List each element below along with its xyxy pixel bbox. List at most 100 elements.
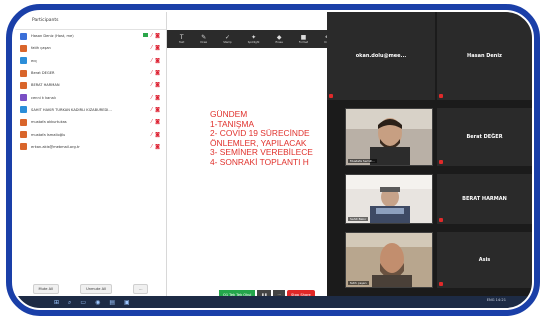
video-tile[interactable]: Hasan Deniz — [437, 12, 532, 100]
participant-row[interactable]: SAHIT HAKIR TURKAN KADIRLI KIZABUREDI...… — [14, 104, 166, 116]
participant-row[interactable]: cenni k kanalı ⁄ ◙ — [14, 91, 166, 103]
participant-avatar — [20, 143, 27, 151]
participant-status: ⁄ ◙ — [138, 107, 166, 113]
annotation-tool-4[interactable]: ◆ Erase — [276, 34, 283, 44]
participant-status: ⁄ ◙ — [138, 33, 166, 39]
participant-avatar — [20, 69, 27, 77]
participant-row[interactable]: BERAT HARMAN ⁄ ◙ — [14, 79, 166, 91]
more-options-button[interactable]: ... — [133, 284, 149, 294]
muted-mic-icon[interactable]: ⁄ — [151, 82, 152, 88]
task-view-icon[interactable]: ▭ — [80, 299, 86, 306]
participant-name: Berat DEĞER — [31, 71, 55, 76]
video-tile[interactable]: Asis — [437, 232, 532, 288]
participant-avatar — [20, 94, 27, 102]
participant-row[interactable]: Hasan Deniz (Host, me) ⁄ ◙ — [14, 30, 166, 42]
participants-panel: Participants Hasan Deniz (Host, me) ⁄ ◙ fat… — [14, 12, 167, 308]
participant-label: Sahit Bakır — [348, 217, 369, 221]
tool-icon: ✦ — [251, 34, 257, 41]
participant-name: Hasan Deniz (Host, me) — [31, 34, 74, 39]
participant-name: SAHIT HAKIR TURKAN KADIRLI KIZABUREDI... — [31, 107, 112, 112]
annotation-tool-0[interactable]: T Text — [179, 34, 184, 44]
participants-header: Participants — [14, 12, 166, 30]
participant-status: ⁄ ◙ — [138, 82, 166, 88]
muted-mic-icon[interactable]: ⁄ — [151, 70, 152, 76]
participant-name: mustafa İsmailoğlu — [31, 132, 66, 137]
participant-name: Hasan Deniz — [467, 53, 502, 59]
participant-status: ⁄ ◙ — [138, 132, 166, 138]
participant-name: fatih çaşan — [31, 46, 51, 51]
participants-footer: Mute All Unmute All ... — [14, 284, 167, 294]
tool-label: Format — [298, 41, 309, 44]
muted-mic-icon[interactable]: ⁄ — [151, 58, 152, 64]
video-tile[interactable]: BERAT HARMAN — [437, 174, 532, 224]
camera-off-icon[interactable]: ◙ — [155, 45, 160, 51]
participant-avatar — [20, 118, 27, 126]
whiteboard-canvas[interactable]: TText✎Draw✓Stamp✦Spotlight◆Erase■Format↶… — [167, 12, 343, 308]
unmute-all-button[interactable]: Unmute All — [80, 284, 113, 294]
camera-off-icon[interactable]: ◙ — [155, 82, 160, 88]
muted-mic-icon[interactable]: ⁄ — [151, 107, 152, 113]
system-tray: ENG 14:21 — [486, 298, 506, 302]
participant-row[interactable]: fatih çaşan ⁄ ◙ — [14, 42, 166, 54]
muted-mic-icon — [439, 282, 443, 286]
participant-row[interactable]: mustafa İsmailoğlu ⁄ ◙ — [14, 128, 166, 140]
participant-row[interactable]: ecç ⁄ ◙ — [14, 55, 166, 67]
video-tile[interactable]: fatih çaşan — [345, 232, 433, 288]
tool-label: Stamp — [223, 41, 232, 44]
participant-avatar — [20, 81, 27, 89]
muted-mic-icon[interactable]: ⁄ — [151, 95, 152, 101]
camera-off-icon[interactable]: ◙ — [155, 95, 160, 101]
muted-mic-icon — [329, 94, 333, 98]
participant-row[interactable]: mustafa akkurtukas ⁄ ◙ — [14, 116, 166, 128]
participant-label: fatih çaşan — [348, 281, 369, 285]
participant-name: BERAT HARMAN — [462, 196, 507, 202]
video-tile[interactable]: Berat DEĞER — [437, 108, 532, 166]
participants-list: Hasan Deniz (Host, me) ⁄ ◙ fatih çaşan ⁄ ◙ ecç… — [14, 30, 166, 153]
muted-mic-icon[interactable]: ⁄ — [151, 119, 152, 125]
search-icon[interactable]: ⌕ — [68, 299, 71, 306]
participant-status: ⁄ ◙ — [138, 58, 166, 64]
camera-off-icon[interactable]: ◙ — [155, 132, 160, 138]
zoom-meeting-window: Participants Hasan Deniz (Host, me) ⁄ ◙ fat… — [14, 12, 532, 308]
muted-mic-icon[interactable]: ⁄ — [151, 45, 152, 51]
mute-all-button[interactable]: Mute All — [32, 284, 60, 294]
tool-label: Text — [179, 41, 185, 44]
participant-row[interactable]: erkan.akis@mebmail.org.tr ⁄ ◙ — [14, 141, 166, 153]
tool-icon: T — [179, 34, 184, 41]
zoom-app-icon[interactable]: ▣ — [124, 299, 130, 306]
tool-icon: ✓ — [224, 34, 230, 41]
participant-name: mustafa akkurtukas — [31, 120, 67, 125]
participant-avatar — [20, 57, 27, 65]
annotation-tool-1[interactable]: ✎ Draw — [200, 34, 207, 44]
camera-off-icon[interactable]: ◙ — [155, 144, 160, 150]
muted-mic-icon[interactable]: ⁄ — [151, 33, 152, 39]
camera-off-icon[interactable]: ◙ — [155, 119, 160, 125]
muted-mic-icon[interactable]: ⁄ — [151, 132, 152, 138]
video-tile[interactable]: Mustafa Semih... — [345, 108, 433, 166]
camera-off-icon[interactable]: ◙ — [155, 70, 160, 76]
muted-mic-icon — [439, 94, 443, 98]
participant-status: ⁄ ◙ — [138, 45, 166, 51]
annotation-tool-5[interactable]: ■ Format — [299, 34, 308, 44]
tool-icon: ✎ — [201, 34, 207, 41]
video-tile[interactable]: okan.dolu@mee... — [327, 12, 435, 100]
participant-avatar — [20, 106, 27, 114]
muted-mic-icon[interactable]: ⁄ — [151, 144, 152, 150]
participant-status: ⁄ ◙ — [138, 70, 166, 76]
participant-avatar — [20, 44, 27, 52]
video-tile[interactable]: Sahit Bakır — [345, 174, 433, 224]
file-explorer-icon[interactable]: ▤ — [109, 299, 115, 306]
participant-video — [346, 233, 432, 287]
annotation-tool-3[interactable]: ✦ Spotlight — [248, 34, 260, 44]
camera-off-icon[interactable]: ◙ — [155, 33, 160, 39]
participant-status: ⁄ ◙ — [138, 119, 166, 125]
camera-off-icon[interactable]: ◙ — [155, 107, 160, 113]
windows-start-icon[interactable]: ⊞ — [54, 299, 59, 306]
camera-off-icon[interactable]: ◙ — [155, 58, 160, 64]
sharing-icon — [143, 33, 149, 38]
browser-icon[interactable]: ◉ — [95, 299, 100, 306]
gallery-column-right: Hasan Deniz Berat DEĞER BERAT HARMAN Asi… — [437, 12, 532, 308]
participant-label: Mustafa Semih... — [348, 159, 378, 163]
participant-row[interactable]: Berat DEĞER ⁄ ◙ — [14, 67, 166, 79]
annotation-tool-2[interactable]: ✓ Stamp — [223, 34, 231, 44]
